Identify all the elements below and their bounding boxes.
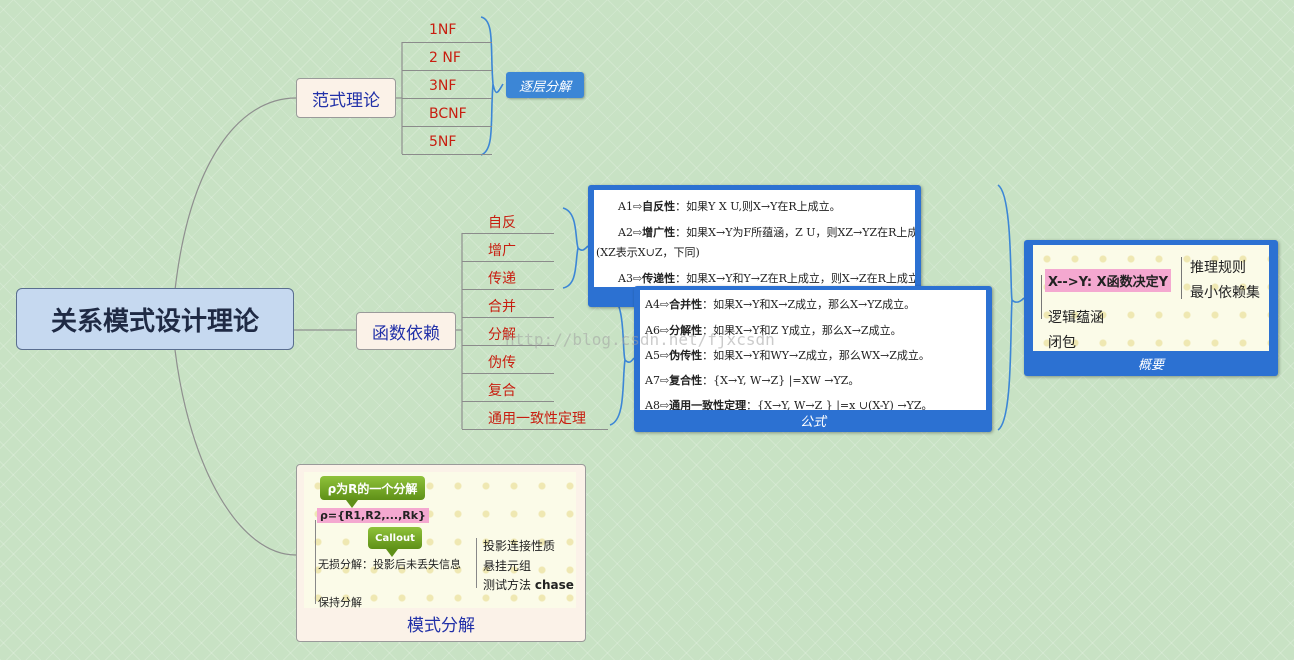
- leaf-underline: [402, 42, 492, 43]
- normal-forms-node[interactable]: 范式理论: [296, 78, 396, 118]
- axiom-a2: A2⇨增广性：如果X→Y为F所蕴涵，Z U，则XZ→YZ在R上成立: [618, 226, 915, 239]
- minimal-cover-item[interactable]: 最小依赖集: [1190, 282, 1260, 302]
- fd-label: 函数依赖: [372, 323, 440, 344]
- leaf-underline: [402, 154, 492, 155]
- summary-panel-body: X-->Y: X函数决定Y 推理规则 最小依赖集 逻辑蕴涵 闭包: [1033, 245, 1269, 351]
- leaf-composition[interactable]: 复合: [488, 380, 516, 400]
- summary-bracket: [1181, 257, 1182, 299]
- watermark: http://blog.csdn.net/fjxcsdn: [505, 330, 775, 349]
- formula-panel-body: A4⇨合并性：如果X→Y和X→Z成立，那么X→YZ成立。 A6⇨分解性：如果X→…: [640, 290, 986, 410]
- brace-summary: [997, 184, 1025, 431]
- rho-callout[interactable]: ρ为R的一个分解: [320, 476, 425, 500]
- leaf-5nf[interactable]: 5NF: [429, 134, 456, 150]
- leaf-underline: [462, 233, 554, 234]
- fd-definition-highlight[interactable]: X-->Y: X函数决定Y: [1045, 269, 1172, 292]
- leaf-union[interactable]: 合并: [488, 296, 516, 316]
- root-to-normal-forms-line: [174, 97, 297, 291]
- schema-decomposition-label: 模式分解: [407, 616, 475, 636]
- leaf-underline: [462, 317, 554, 318]
- decomposition-bracket: [315, 520, 316, 604]
- summary-left-bracket: [1041, 275, 1042, 319]
- formula-panel-caption: 公式: [799, 415, 826, 430]
- summary-panel[interactable]: X-->Y: X函数决定Y 推理规则 最小依赖集 逻辑蕴涵 闭包 概要: [1024, 240, 1278, 376]
- axiom-a2-continued: (XZ表示X∪Z，下同): [596, 246, 700, 259]
- leaf-bcnf[interactable]: BCNF: [429, 106, 467, 122]
- root-label: 关系模式设计理论: [50, 306, 259, 337]
- formula-a4: A4⇨合并性：如果X→Y和X→Z成立，那么X→YZ成立。: [645, 298, 916, 311]
- formula-a5: A5⇨伪传性：如果X→Y和WY→Z成立，那么WX→Z成立。: [645, 349, 930, 362]
- formula-a7: A7⇨复合性：{X→Y, W→Z} |=XW →YZ。: [645, 374, 860, 387]
- leaf-transitivity[interactable]: 传递: [488, 268, 516, 288]
- leaf-underline: [462, 261, 554, 262]
- chase-test-item[interactable]: 测试方法 chase: [483, 576, 574, 593]
- leaf-general-unification[interactable]: 通用一致性定理: [488, 408, 586, 428]
- formula-a8: A8⇨通用一致性定理：{X→Y, W→Z } |=x ∪(X-Y) →YZ。: [645, 399, 933, 410]
- schema-decomposition-node[interactable]: ρ为R的一个分解 ρ={R1,R2,...,Rk} Callout 无损分解：投…: [296, 464, 586, 642]
- projection-join-item[interactable]: 投影连接性质: [483, 537, 555, 554]
- brace-formulas: [609, 294, 635, 426]
- leaf-underline: [462, 373, 554, 374]
- root-to-decomposition-line: [174, 349, 297, 556]
- summary-panel-caption: 概要: [1137, 358, 1164, 373]
- dependency-preserving[interactable]: 保持分解: [318, 594, 362, 610]
- leaf-underline: [462, 289, 554, 290]
- axiom-a3: A3⇨传递性：如果X→Y和Y→Z在R上成立，则X→Z在R上成立。: [618, 272, 915, 285]
- lossless-bracket: [476, 538, 477, 588]
- lossless-decomposition[interactable]: 无损分解：投影后未丢失信息: [318, 556, 461, 572]
- axioms-panel-body: A1⇨自反性：如果Y X U,则X→Y在R上成立。 A2⇨增广性：如果X→Y为F…: [594, 190, 915, 287]
- formula-panel[interactable]: A4⇨合并性：如果X→Y和X→Z成立，那么X→YZ成立。 A6⇨分解性：如果X→…: [634, 286, 992, 432]
- functional-dependency-node[interactable]: 函数依赖: [356, 312, 456, 350]
- closure-item[interactable]: 闭包: [1048, 332, 1076, 351]
- dangling-tuple-item[interactable]: 悬挂元组: [483, 557, 531, 574]
- normal-forms-label: 范式理论: [312, 90, 380, 111]
- leaf-underline: [402, 70, 492, 71]
- leaf-3nf[interactable]: 3NF: [429, 78, 456, 94]
- brace-axioms: [562, 207, 589, 289]
- leaf-1nf[interactable]: 1NF: [429, 22, 456, 38]
- brace-normal-forms: [480, 16, 504, 156]
- decomposition-image: ρ为R的一个分解 ρ={R1,R2,...,Rk} Callout 无损分解：投…: [304, 472, 576, 610]
- leaf-reflexivity[interactable]: 自反: [488, 212, 516, 232]
- logical-implication-item[interactable]: 逻辑蕴涵: [1048, 307, 1104, 327]
- root-node[interactable]: 关系模式设计理论: [16, 288, 294, 350]
- leaf-underline: [462, 401, 554, 402]
- leaf-2nf[interactable]: 2 NF: [429, 50, 461, 66]
- generic-callout[interactable]: Callout: [368, 527, 422, 549]
- axiom-a1: A1⇨自反性：如果Y X U,则X→Y在R上成立。: [618, 200, 841, 213]
- rho-set: ρ={R1,R2,...,Rk}: [317, 508, 429, 523]
- layered-decomposition-tag[interactable]: 逐层分解: [506, 72, 584, 98]
- leaf-underline: [462, 429, 608, 430]
- rho-callout-tail: [346, 500, 358, 508]
- inference-rules-item[interactable]: 推理规则: [1190, 257, 1246, 277]
- leaf-underline: [402, 126, 492, 127]
- leaf-underline: [402, 98, 492, 99]
- leaf-augmentation[interactable]: 增广: [488, 240, 516, 260]
- leaf-pseudo-transitivity[interactable]: 伪传: [488, 352, 516, 372]
